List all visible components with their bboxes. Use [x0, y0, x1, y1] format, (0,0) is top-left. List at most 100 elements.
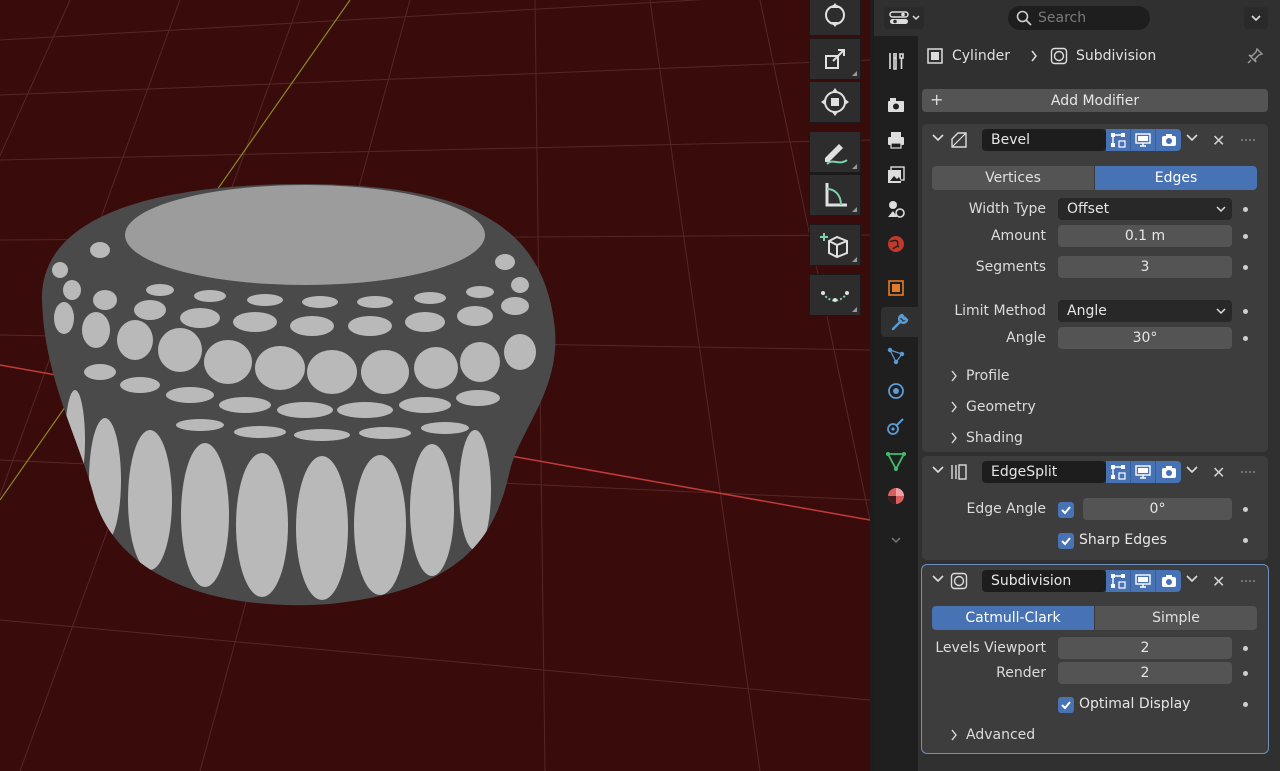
- affect-vertices-button[interactable]: Vertices: [932, 166, 1094, 190]
- add-modifier-label: Add Modifier: [1050, 92, 1140, 109]
- render-toggle[interactable]: [1156, 570, 1181, 592]
- limit-method-dropdown[interactable]: Angle: [1058, 300, 1232, 322]
- keyframe-dot[interactable]: [1243, 309, 1248, 314]
- options-dropdown-button[interactable]: [1244, 7, 1268, 29]
- profile-subpanel[interactable]: Profile: [950, 368, 1010, 384]
- editor-type-button[interactable]: [884, 7, 924, 29]
- shading-label: Shading: [966, 430, 1023, 446]
- viewport-toggle[interactable]: [1131, 461, 1156, 483]
- tab-world[interactable]: [881, 229, 911, 259]
- edgesplit-modifier-header: EdgeSplit ✕: [922, 456, 1268, 488]
- sharp-edges-checkbox[interactable]: [1058, 533, 1074, 549]
- rotate-view-button[interactable]: [809, 0, 861, 36]
- tab-tool[interactable]: [881, 46, 911, 76]
- tab-output[interactable]: [881, 125, 911, 155]
- render-toggle[interactable]: [1156, 129, 1181, 151]
- subdivision-modifier-panel: Subdivision ✕ Catmull-Clark Simple Level…: [921, 564, 1269, 754]
- tab-object[interactable]: [881, 273, 911, 303]
- edit-mode-toggle[interactable]: [1106, 129, 1131, 151]
- render-levels-field[interactable]: 2: [1058, 662, 1232, 684]
- drag-grip-icon[interactable]: [1240, 470, 1256, 475]
- amount-field[interactable]: 0.1 m: [1058, 225, 1232, 247]
- geometry-subpanel[interactable]: Geometry: [950, 399, 1036, 415]
- close-icon[interactable]: ✕: [1212, 463, 1225, 482]
- modifier-name-field[interactable]: Subdivision: [982, 570, 1106, 592]
- chevron-right-icon: [1031, 50, 1037, 62]
- edge-angle-field[interactable]: 0°: [1083, 498, 1232, 520]
- add-cube-tool-button[interactable]: [809, 224, 861, 266]
- pin-icon[interactable]: [1246, 47, 1264, 65]
- viewport-toggle[interactable]: [1131, 570, 1156, 592]
- affect-edges-button[interactable]: Edges: [1094, 166, 1257, 190]
- angle-field[interactable]: 30°: [1058, 327, 1232, 349]
- tab-more[interactable]: [881, 525, 911, 555]
- keyframe-dot[interactable]: [1243, 671, 1248, 676]
- keyframe-dot[interactable]: [1243, 702, 1248, 707]
- scale-tool-button[interactable]: [809, 38, 861, 80]
- catmull-clark-button[interactable]: Catmull-Clark: [932, 606, 1094, 630]
- levels-viewport-field[interactable]: 2: [1058, 637, 1232, 659]
- image-layers-icon: [888, 166, 905, 183]
- annotate-tool-button[interactable]: [809, 131, 861, 173]
- measure-tool-button[interactable]: [809, 174, 861, 216]
- optimal-display-label: Optimal Display: [1079, 696, 1191, 712]
- chevron-down-icon: [1216, 308, 1226, 315]
- search-box[interactable]: [1008, 6, 1150, 30]
- width-type-value: Offset: [1067, 201, 1110, 217]
- close-icon[interactable]: ✕: [1212, 131, 1225, 150]
- tab-data[interactable]: [881, 446, 911, 476]
- keyframe-dot[interactable]: [1243, 507, 1248, 512]
- keyframe-dot[interactable]: [1243, 538, 1248, 543]
- tab-modifiers[interactable]: [881, 307, 918, 337]
- collapse-chevron-icon[interactable]: [932, 133, 944, 143]
- limit-method-label: Limit Method: [954, 303, 1046, 319]
- drag-grip-icon[interactable]: [1240, 579, 1256, 584]
- tab-material[interactable]: [881, 481, 911, 511]
- advanced-subpanel[interactable]: Advanced: [950, 727, 1035, 743]
- chevron-right-icon: [951, 729, 957, 741]
- edit-mode-toggle[interactable]: [1106, 461, 1131, 483]
- tab-view-layer[interactable]: [881, 160, 911, 190]
- close-icon[interactable]: ✕: [1212, 572, 1225, 591]
- collapse-chevron-icon[interactable]: [932, 574, 944, 584]
- tab-particles[interactable]: [881, 341, 911, 371]
- viewport-toggle[interactable]: [1131, 129, 1156, 151]
- transform-tool-button[interactable]: [809, 81, 861, 123]
- modifier-name-field[interactable]: EdgeSplit: [982, 461, 1106, 483]
- segments-field[interactable]: 3: [1058, 256, 1232, 278]
- plus-icon: +: [930, 90, 944, 109]
- wrench-icon: [891, 313, 908, 331]
- keyframe-dot[interactable]: [1243, 336, 1248, 341]
- tab-constraints[interactable]: [881, 411, 911, 441]
- collapse-chevron-icon[interactable]: [932, 465, 944, 475]
- checkmark-icon: [1061, 506, 1071, 515]
- drag-grip-icon[interactable]: [1240, 138, 1256, 143]
- modifier-menu-chevron-icon[interactable]: [1186, 574, 1198, 584]
- advanced-label: Advanced: [966, 727, 1036, 743]
- chevron-right-icon: [951, 432, 957, 444]
- breadcrumb-modifier: Subdivision: [1075, 48, 1157, 64]
- simple-button[interactable]: Simple: [1094, 606, 1257, 630]
- shading-subpanel[interactable]: Shading: [950, 430, 1023, 446]
- edge-angle-checkbox[interactable]: [1058, 502, 1074, 518]
- tab-scene[interactable]: [881, 194, 911, 224]
- 3d-viewport[interactable]: [0, 0, 870, 771]
- add-modifier-button[interactable]: + Add Modifier: [922, 89, 1268, 112]
- modifier-name-field[interactable]: Bevel: [982, 129, 1106, 151]
- checkmark-icon: [1061, 701, 1071, 710]
- edit-mode-toggle[interactable]: [1106, 570, 1131, 592]
- chevron-right-icon: [951, 401, 957, 413]
- keyframe-dot[interactable]: [1243, 265, 1248, 270]
- keyframe-dot[interactable]: [1243, 646, 1248, 651]
- search-input[interactable]: [1038, 10, 1138, 26]
- width-type-dropdown[interactable]: Offset: [1058, 198, 1232, 220]
- optimal-display-checkbox[interactable]: [1058, 697, 1074, 713]
- render-toggle[interactable]: [1156, 461, 1181, 483]
- keyframe-dot[interactable]: [1243, 234, 1248, 239]
- tab-physics[interactable]: [881, 376, 911, 406]
- modifier-menu-chevron-icon[interactable]: [1186, 133, 1198, 143]
- tab-render[interactable]: [881, 90, 911, 120]
- spin-tool-button[interactable]: [809, 274, 861, 316]
- keyframe-dot[interactable]: [1243, 207, 1248, 212]
- modifier-menu-chevron-icon[interactable]: [1186, 465, 1198, 475]
